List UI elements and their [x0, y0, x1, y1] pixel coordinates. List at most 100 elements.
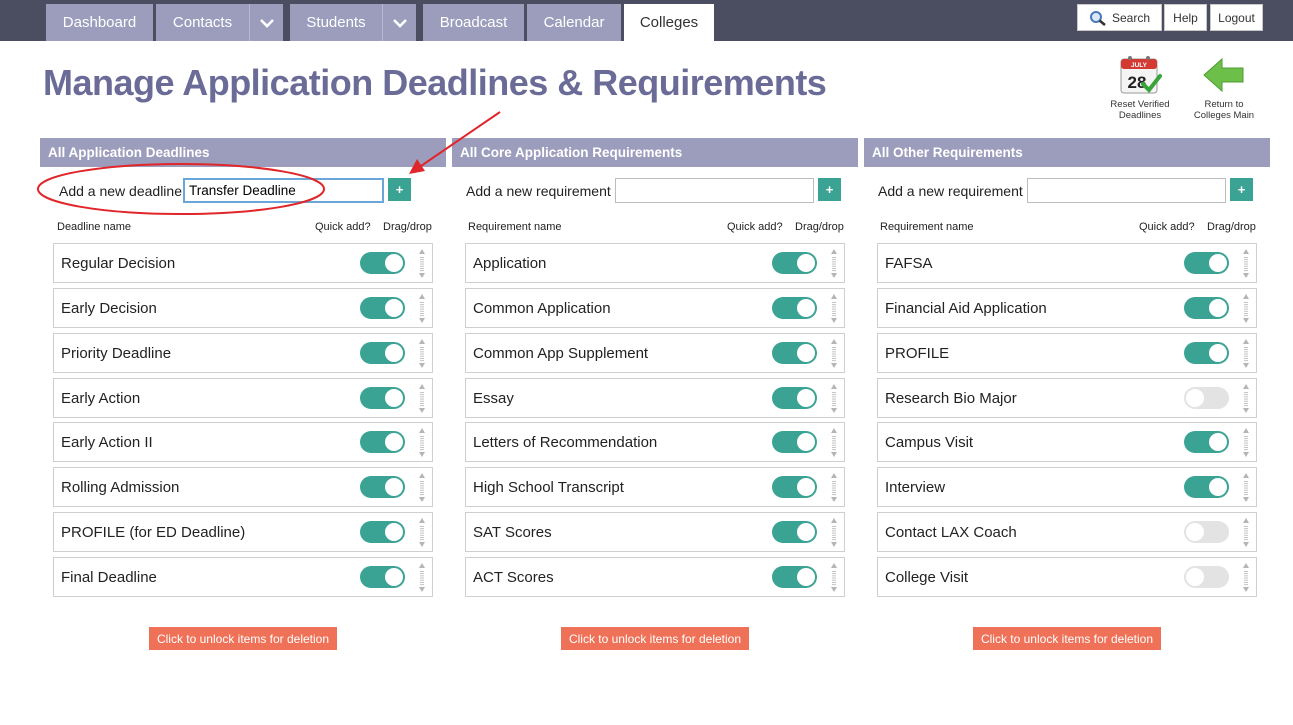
add-new-input[interactable] [183, 178, 384, 203]
unlock-for-deletion-button[interactable]: Click to unlock items for deletion [973, 627, 1161, 650]
quick-add-column-header: Quick add? [1139, 221, 1195, 233]
quick-add-toggle[interactable] [360, 566, 405, 588]
quick-add-toggle[interactable] [1184, 521, 1229, 543]
toggle-knob [797, 344, 815, 362]
drag-handle-icon[interactable] [415, 338, 429, 369]
drag-handle-icon[interactable] [827, 248, 841, 279]
item-label: Common App Supplement [473, 344, 649, 362]
toggle-knob [1209, 299, 1227, 317]
tab-contacts[interactable]: Contacts [156, 4, 249, 41]
tab-students[interactable]: Students [290, 4, 382, 41]
quick-add-toggle[interactable] [360, 431, 405, 453]
drag-handle-icon[interactable] [415, 293, 429, 324]
tab-dashboard[interactable]: Dashboard [46, 4, 153, 41]
drag-handle-icon[interactable] [415, 562, 429, 593]
list-item: Common Application [465, 288, 845, 328]
quick-add-toggle[interactable] [360, 521, 405, 543]
quick-add-toggle[interactable] [772, 297, 817, 319]
toggle-knob [385, 523, 403, 541]
toggle-knob [797, 478, 815, 496]
add-new-label: Add a new requirement [878, 182, 1023, 199]
list-item: Early Action [53, 378, 433, 418]
add-new-input[interactable] [615, 178, 814, 203]
quick-add-toggle[interactable] [360, 387, 405, 409]
item-label: Contact LAX Coach [885, 523, 1017, 541]
search-button[interactable]: Search [1077, 4, 1162, 31]
list-item: Priority Deadline [53, 333, 433, 373]
logout-button[interactable]: Logout [1210, 4, 1263, 31]
drag-handle-icon[interactable] [1239, 562, 1253, 593]
return-to-colleges-main-button[interactable]: Return to Colleges Main [1184, 54, 1264, 121]
drag-handle-icon[interactable] [415, 383, 429, 414]
drag-handle-icon[interactable] [415, 248, 429, 279]
add-new-input[interactable] [1027, 178, 1226, 203]
quick-add-toggle[interactable] [1184, 342, 1229, 364]
drag-handle-icon[interactable] [827, 472, 841, 503]
item-label: High School Transcript [473, 478, 624, 496]
chevron-down-icon [392, 18, 407, 28]
unlock-for-deletion-button[interactable]: Click to unlock items for deletion [149, 627, 337, 650]
quick-add-toggle[interactable] [772, 431, 817, 453]
name-column-header: Requirement name [468, 221, 562, 233]
list-item: Common App Supplement [465, 333, 845, 373]
tab-colleges[interactable]: Colleges [624, 4, 714, 41]
quick-add-toggle[interactable] [772, 566, 817, 588]
reset-verified-deadlines-button[interactable]: JULY 28 Reset Verified Deadlines [1100, 54, 1180, 121]
quick-add-toggle[interactable] [1184, 476, 1229, 498]
tab-calendar[interactable]: Calendar [527, 4, 621, 41]
quick-add-toggle[interactable] [360, 252, 405, 274]
quick-add-toggle[interactable] [1184, 297, 1229, 319]
drag-handle-icon[interactable] [827, 293, 841, 324]
list-item: Early Action II [53, 422, 433, 462]
quick-add-toggle[interactable] [772, 252, 817, 274]
drag-handle-icon[interactable] [827, 427, 841, 458]
drag-handle-icon[interactable] [1239, 248, 1253, 279]
quick-add-toggle[interactable] [772, 342, 817, 364]
drag-handle-icon[interactable] [827, 517, 841, 548]
drag-handle-icon[interactable] [1239, 338, 1253, 369]
drag-handle-icon[interactable] [415, 427, 429, 458]
drag-handle-icon[interactable] [1239, 427, 1253, 458]
drag-handle-icon[interactable] [827, 383, 841, 414]
students-dropdown-toggle[interactable] [382, 4, 416, 41]
drag-handle-icon[interactable] [415, 517, 429, 548]
add-button[interactable]: + [388, 178, 411, 201]
add-button[interactable]: + [818, 178, 841, 201]
toggle-knob [385, 389, 403, 407]
item-label: Financial Aid Application [885, 299, 1047, 317]
quick-add-toggle[interactable] [360, 476, 405, 498]
quick-add-toggle[interactable] [1184, 387, 1229, 409]
list-item: Letters of Recommendation [465, 422, 845, 462]
contacts-dropdown-toggle[interactable] [249, 4, 283, 41]
reset-label-line1: Reset Verified [1110, 99, 1170, 110]
help-button[interactable]: Help [1164, 4, 1207, 31]
list-item: Financial Aid Application [877, 288, 1257, 328]
toggle-knob [1209, 344, 1227, 362]
add-button[interactable]: + [1230, 178, 1253, 201]
quick-add-toggle[interactable] [360, 297, 405, 319]
drag-handle-icon[interactable] [1239, 517, 1253, 548]
quick-add-toggle[interactable] [772, 387, 817, 409]
drag-handle-icon[interactable] [415, 472, 429, 503]
column-header: All Application Deadlines [40, 138, 446, 167]
tab-broadcast[interactable]: Broadcast [423, 4, 524, 41]
item-label: Application [473, 254, 547, 272]
quick-add-toggle[interactable] [772, 521, 817, 543]
item-label: Research Bio Major [885, 389, 1017, 407]
drag-handle-icon[interactable] [827, 562, 841, 593]
drag-handle-icon[interactable] [1239, 293, 1253, 324]
list-item: Essay [465, 378, 845, 418]
quick-add-toggle[interactable] [360, 342, 405, 364]
quick-add-toggle[interactable] [772, 476, 817, 498]
drag-handle-icon[interactable] [1239, 472, 1253, 503]
toggle-knob [797, 523, 815, 541]
unlock-for-deletion-button[interactable]: Click to unlock items for deletion [561, 627, 749, 650]
drag-handle-icon[interactable] [827, 338, 841, 369]
quick-add-toggle[interactable] [1184, 431, 1229, 453]
drag-handle-icon[interactable] [1239, 383, 1253, 414]
list-item: Contact LAX Coach [877, 512, 1257, 552]
item-label: Letters of Recommendation [473, 433, 658, 451]
quick-add-toggle[interactable] [1184, 252, 1229, 274]
drag-drop-column-header: Drag/drop [383, 221, 432, 233]
quick-add-toggle[interactable] [1184, 566, 1229, 588]
